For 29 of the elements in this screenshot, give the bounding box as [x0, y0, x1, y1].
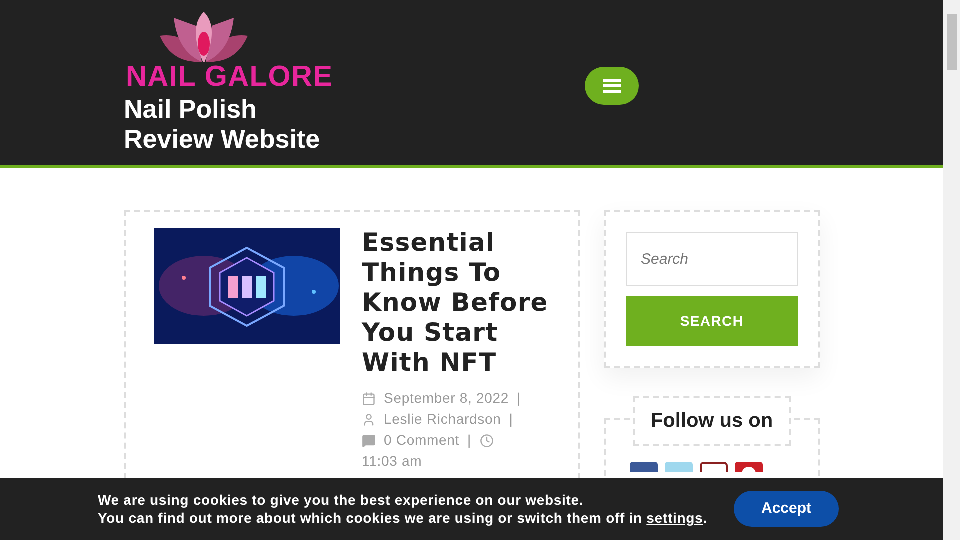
cookie-notice: You can find out more about which cookies we are using or switch them off in settings. — [98, 509, 708, 527]
post-comments: 0 Comment — [384, 431, 460, 450]
search-field[interactable]: Search — [626, 232, 798, 286]
post-title[interactable]: Essential Things To Know Before You Start With NFT — [362, 228, 552, 378]
scrollbar[interactable] — [943, 0, 960, 540]
follow-title: Follow us on — [632, 396, 792, 446]
accept-button[interactable]: Accept — [734, 491, 839, 527]
menu-icon — [603, 79, 621, 93]
menu-button[interactable] — [585, 67, 639, 105]
youtube-icon[interactable] — [700, 462, 728, 472]
logo-text: NAIL GALORE — [126, 62, 334, 92]
post-date: September 8, 2022 — [384, 389, 510, 408]
lotus-logo-icon — [158, 12, 250, 62]
twitter-icon[interactable] — [665, 462, 693, 472]
cookie-notice: We are using cookies to give you the best experience on our website. — [98, 491, 585, 509]
facebook-icon[interactable] — [630, 462, 658, 472]
post-author: Leslie Richardson — [384, 410, 502, 429]
calendar-icon — [362, 392, 376, 406]
site-title[interactable]: Nail Polish Review Website — [124, 94, 339, 154]
separator: | — [468, 431, 472, 450]
separator: | — [517, 389, 522, 408]
scrollbar-thumb[interactable] — [946, 14, 956, 70]
clock-icon — [480, 434, 494, 448]
post-time: 11:03 am — [362, 453, 422, 469]
settings-link[interactable]: settings — [646, 510, 704, 526]
user-icon — [362, 412, 376, 426]
comments-icon — [362, 434, 376, 448]
pinterest-icon[interactable] — [735, 462, 763, 472]
separator: | — [509, 410, 514, 429]
